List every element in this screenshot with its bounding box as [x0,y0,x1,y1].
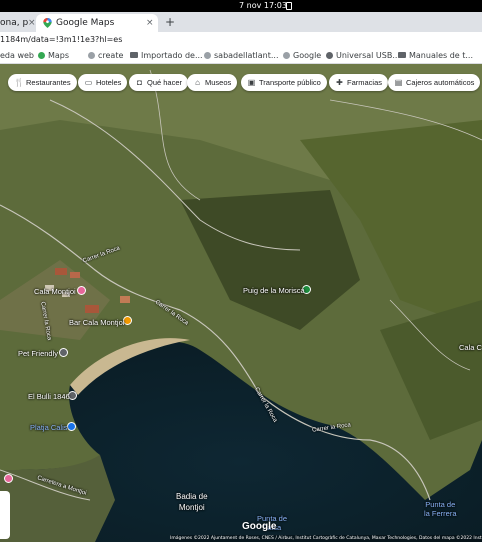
os-top-bar: 7 nov 17:03 [0,0,482,12]
bed-icon: ▭ [84,78,93,87]
camera-icon: ◘ [137,78,142,87]
folder-icon [130,52,138,58]
tab-title: Google Maps [56,18,115,28]
place-bar-cala-montjoi[interactable]: Bar Cala Montjoi [69,318,124,327]
browser-tab-google-maps[interactable]: Google Maps × [36,14,158,32]
place-el-bulli[interactable]: El Bulli 1846 [28,392,70,401]
chip-cajeros[interactable]: ▤ Cajeros automáticos [388,74,481,91]
bookmark-folder[interactable]: Importado de... [130,48,203,64]
chip-hoteles[interactable]: ▭ Hoteles [78,74,128,91]
satellite-map[interactable] [0,64,482,542]
battery-icon[interactable] [286,2,292,10]
bookmark-item[interactable]: Maps [38,48,69,64]
chip-farmacias[interactable]: ✚ Farmacias [329,74,389,91]
place-puig-de-la-morisca[interactable]: Puig de la Morisca [243,286,305,295]
bookmark-folder[interactable]: Manuales de t... [398,48,473,64]
os-clock[interactable]: 7 nov 17:03 [239,0,287,12]
bookmark-item[interactable]: sabadellatlant... [204,48,279,64]
train-icon: ▣ [247,78,256,87]
tab-strip: ona, p × Google Maps × [0,12,482,32]
close-icon[interactable]: × [28,14,36,32]
chip-museos[interactable]: ⌂ Museos [187,74,238,91]
new-tab-button[interactable]: + [165,12,175,32]
usb-icon [326,52,333,59]
pharmacy-icon: ✚ [336,78,343,87]
bookmark-item[interactable]: eda web [0,48,34,64]
google-maps-icon [43,18,52,28]
museum-icon: ⌂ [195,78,200,87]
place-badia-de-montjoi[interactable]: Badia de Montjoi [176,491,208,513]
browser-tab-previous[interactable]: ona, p × [0,14,36,32]
atm-icon: ▤ [394,78,403,87]
bookmark-item[interactable]: Universal USB... [326,48,400,64]
place-cala-right[interactable]: Cala C [459,343,482,352]
folder-icon [398,52,406,58]
bookmark-item[interactable]: create [88,48,123,64]
globe-icon [283,52,290,59]
maps-icon [38,52,45,59]
place-punta-ferrera[interactable]: Punta de la Ferrera [424,500,457,518]
map-imagery [0,64,482,542]
chip-que-hacer[interactable]: ◘ Qué hacer [129,74,189,91]
place-pin-icon[interactable] [59,348,68,357]
chip-transporte-publico[interactable]: ▣ Transporte público [241,74,327,91]
tab-title: ona, p [0,18,29,28]
place-platja-calis[interactable]: Platja Calis [30,423,68,432]
url-text[interactable]: 1184m/data=!3m1!1e3?hl=es [0,32,122,48]
bookmark-item[interactable]: Google [283,48,321,64]
collapsed-side-panel[interactable] [0,491,10,539]
place-cala-montjoi[interactable]: Cala Montjoi [34,287,76,296]
globe-icon [88,52,95,59]
chip-restaurantes[interactable]: 🍴 Restaurantes [8,74,77,91]
fork-knife-icon: 🍴 [14,78,24,87]
close-icon[interactable]: × [146,14,154,32]
shopping-pin-icon[interactable] [77,286,86,295]
place-pin-icon[interactable] [4,474,13,483]
map-attribution[interactable]: Imágenes ©2022 Ajuntament de Roses, CNES… [170,535,482,542]
bookmarks-bar: eda web Maps create Importado de... saba… [0,48,482,64]
beach-pin-icon[interactable] [67,422,76,431]
globe-icon [204,52,211,59]
place-pet-friendly[interactable]: Pet Friendly [18,349,58,358]
address-bar[interactable]: 1184m/data=!3m1!1e3?hl=es [0,32,482,48]
google-logo: Google [242,521,277,532]
